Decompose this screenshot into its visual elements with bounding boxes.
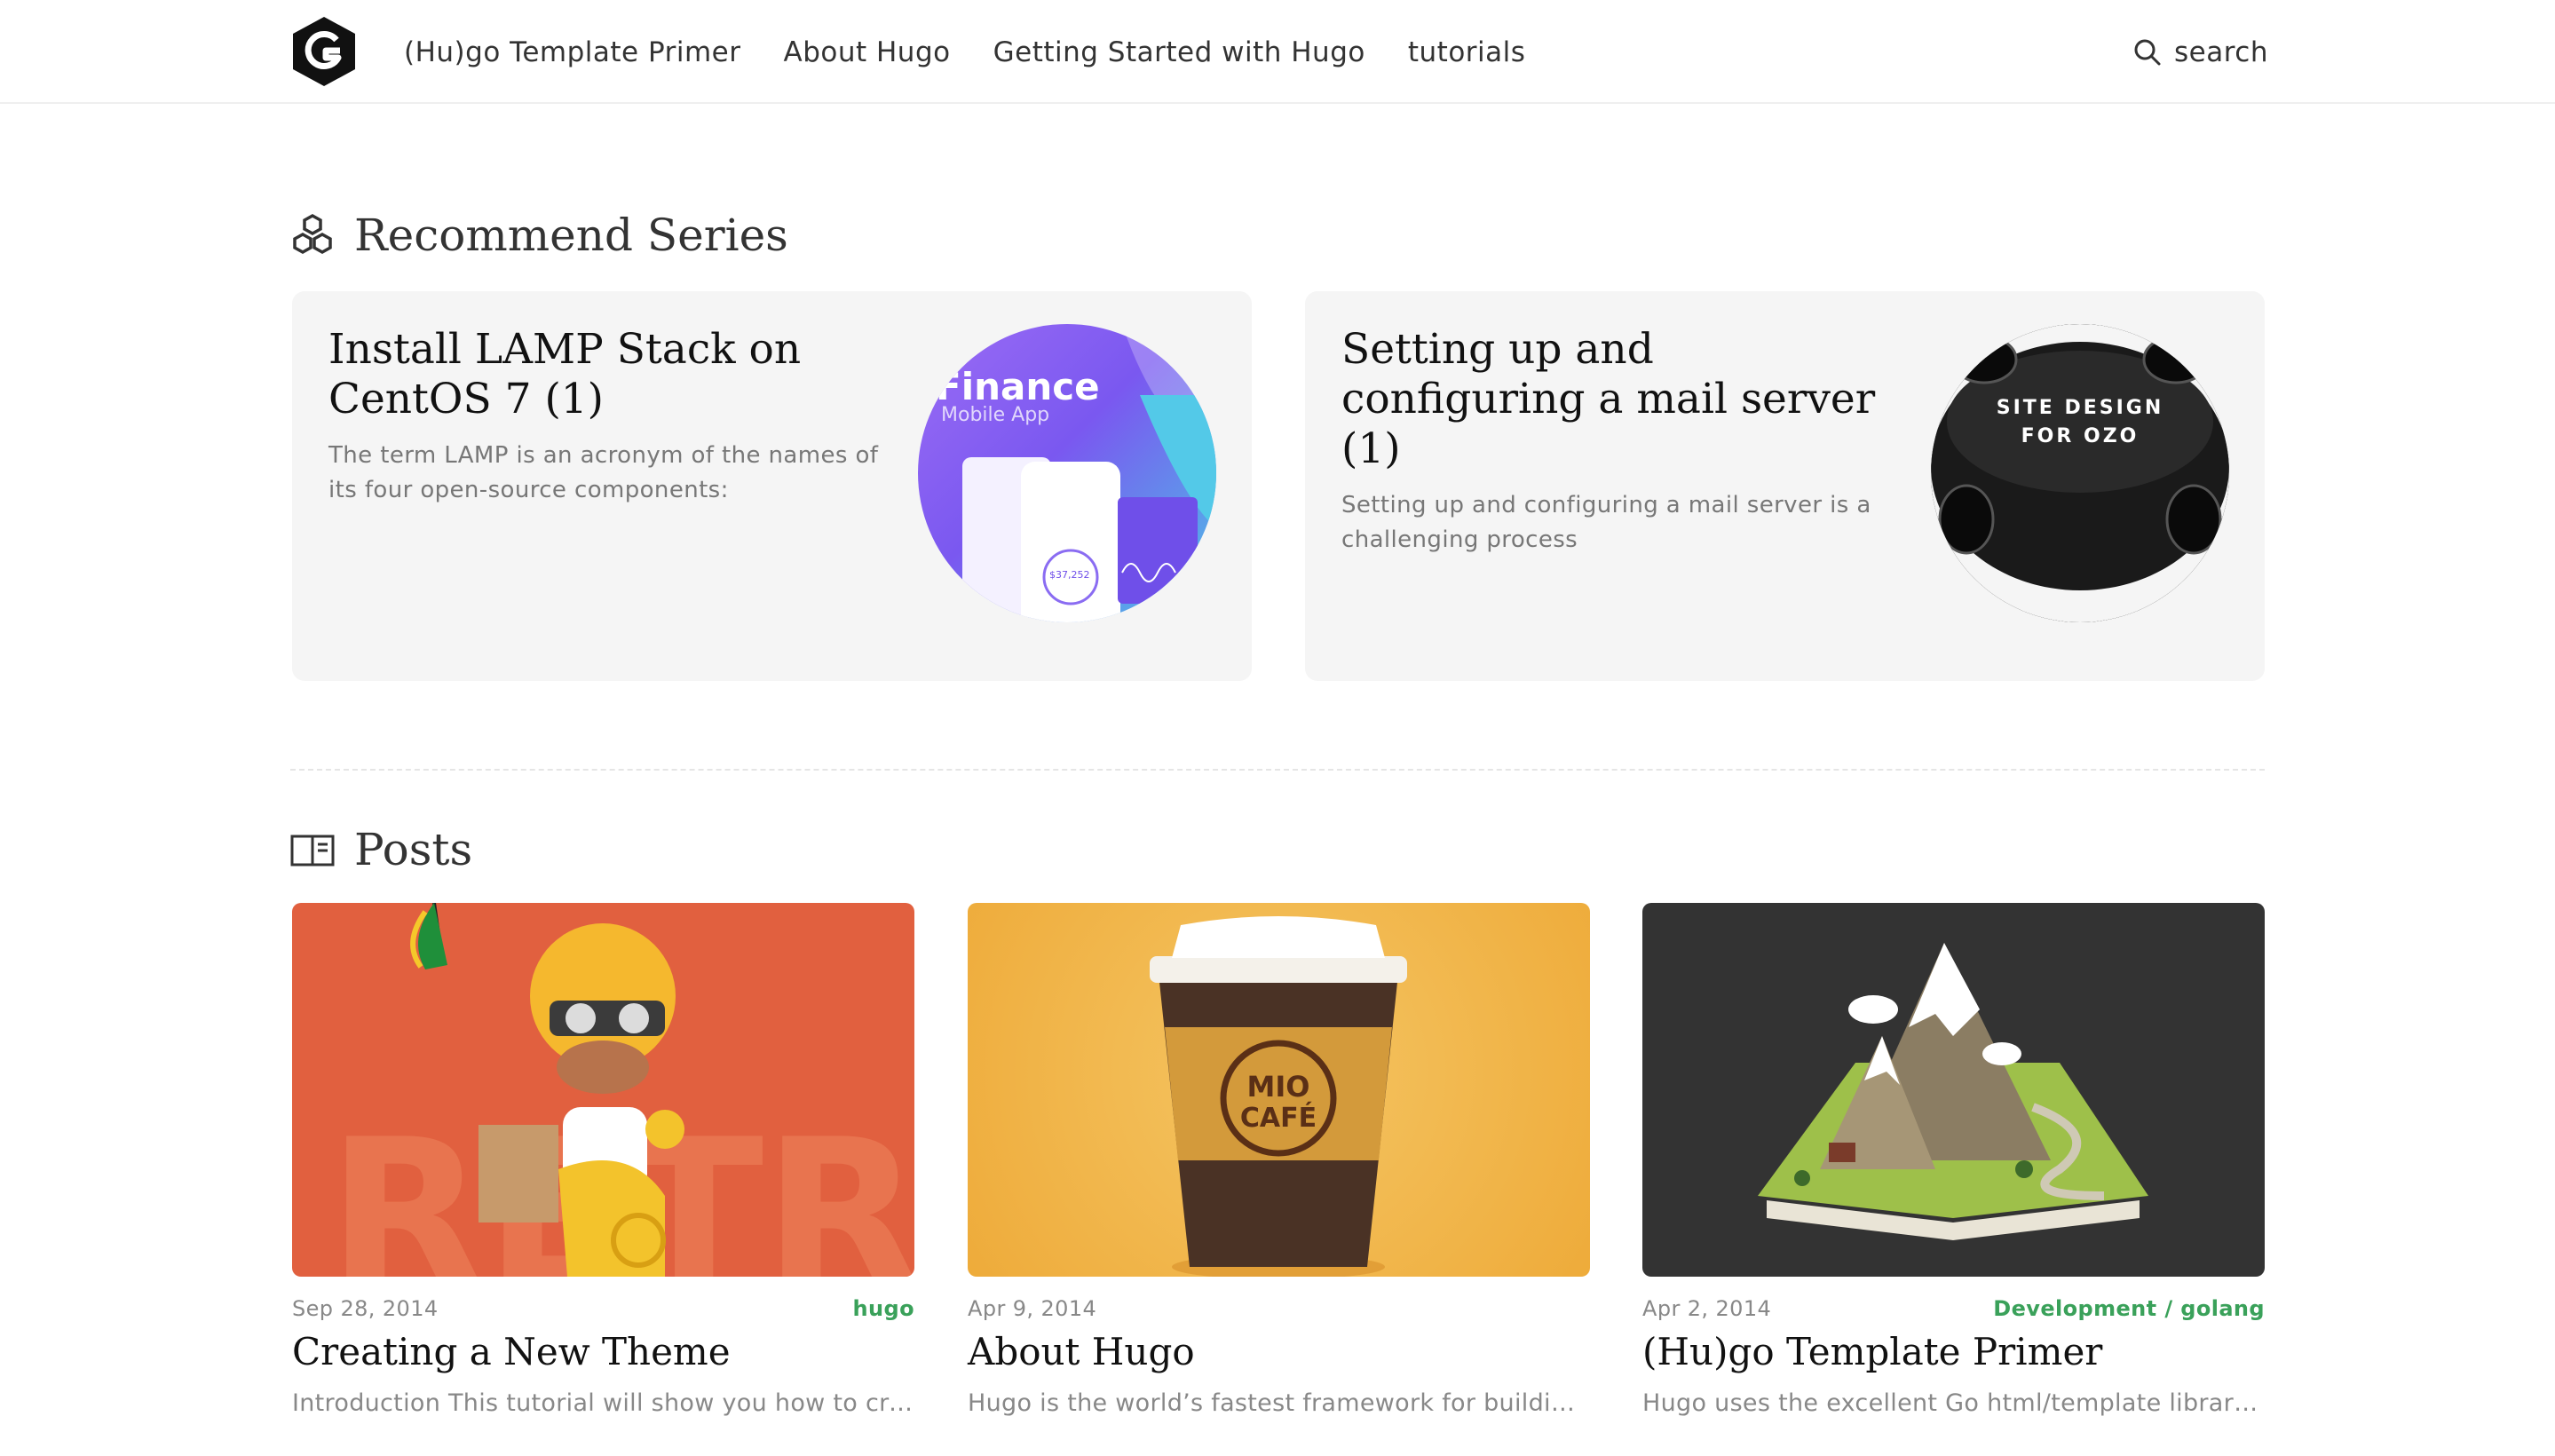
post-image-scooter[interactable]: RETRI: [292, 903, 914, 1277]
thumb-heading: SITE DESIGN: [1996, 397, 2164, 419]
post-card: Apr 2, 2014 Development / golang (Hu)go …: [1642, 903, 2265, 1417]
thumb-heading: Finance: [936, 365, 1100, 408]
section-divider: [290, 769, 2265, 771]
post-summary: Hugo is the world’s fastest framework fo…: [968, 1389, 1590, 1417]
search-button[interactable]: search: [2133, 0, 2268, 104]
search-label: search: [2174, 36, 2268, 68]
post-summary: Introduction This tutorial will show you…: [292, 1389, 914, 1417]
nav-link-template-primer[interactable]: (Hu)go Template Primer: [404, 36, 740, 68]
logo-icon[interactable]: [290, 15, 358, 88]
series-card-summary: Setting up and configuring a mail server…: [1341, 492, 1871, 553]
post-card: RETRI Sep 28, 2014 hugo Creating a New T…: [292, 903, 914, 1417]
thumb-subheading: Mobile App: [941, 404, 1050, 426]
posts-title: Posts: [354, 824, 473, 875]
post-title[interactable]: Creating a New Theme: [292, 1330, 914, 1373]
post-date: Sep 28, 2014: [292, 1296, 439, 1321]
post-image-popup-book[interactable]: [1642, 903, 2265, 1277]
hexagons-icon: [293, 213, 332, 255]
svg-text:MIO: MIO: [1247, 1070, 1310, 1104]
series-card-title: Setting up and configuring a mail server…: [1341, 325, 1876, 473]
series-section-header: Recommend Series: [290, 210, 788, 261]
series-card-mail-server[interactable]: Setting up and configuring a mail server…: [1305, 291, 2265, 681]
post-image-coffee[interactable]: MIO CAFÉ: [968, 903, 1590, 1277]
open-book-icon: [290, 835, 335, 866]
series-card-summary: The term LAMP is an acronym of the names…: [328, 442, 879, 503]
tag-link-hugo[interactable]: hugo: [853, 1296, 914, 1321]
main-nav: (Hu)go Template Primer About Hugo Gettin…: [404, 0, 1525, 104]
series-title: Recommend Series: [354, 210, 788, 261]
post-card: MIO CAFÉ Apr 9, 2014 About Hugo Hugo is …: [968, 903, 1590, 1417]
post-tags: Development / golang: [1993, 1296, 2265, 1321]
post-date: Apr 9, 2014: [968, 1296, 1097, 1321]
thumb-amount: $37,252: [1049, 569, 1090, 581]
tag-link-development[interactable]: Development: [1993, 1296, 2156, 1321]
tag-link-golang[interactable]: golang: [2180, 1296, 2265, 1321]
post-tags: hugo: [853, 1296, 914, 1321]
series-thumb-finance-app: Finance Mobile App $37,252: [918, 324, 1216, 622]
svg-text:CAFÉ: CAFÉ: [1240, 1102, 1317, 1134]
nav-link-about-hugo[interactable]: About Hugo: [783, 36, 950, 68]
series-card-lamp[interactable]: Install LAMP Stack on CentOS 7 (1) The t…: [292, 291, 1252, 681]
nav-link-tutorials[interactable]: tutorials: [1408, 36, 1526, 68]
top-navbar: (Hu)go Template Primer About Hugo Gettin…: [0, 0, 2555, 104]
post-date: Apr 2, 2014: [1642, 1296, 1772, 1321]
nav-link-getting-started[interactable]: Getting Started with Hugo: [993, 36, 1365, 68]
series-thumb-ozo-camera: SITE DESIGN FOR OZO: [1931, 324, 2229, 622]
post-title[interactable]: About Hugo: [968, 1330, 1590, 1373]
series-card-title: Install LAMP Stack on CentOS 7 (1): [328, 325, 802, 423]
post-title[interactable]: (Hu)go Template Primer: [1642, 1330, 2265, 1373]
search-icon: [2134, 39, 2161, 65]
tag-separator: /: [2164, 1296, 2181, 1321]
posts-section-header: Posts: [290, 824, 472, 875]
thumb-subheading: FOR OZO: [2021, 425, 2140, 447]
post-summary: Hugo uses the excellent Go html/template…: [1642, 1389, 2265, 1417]
